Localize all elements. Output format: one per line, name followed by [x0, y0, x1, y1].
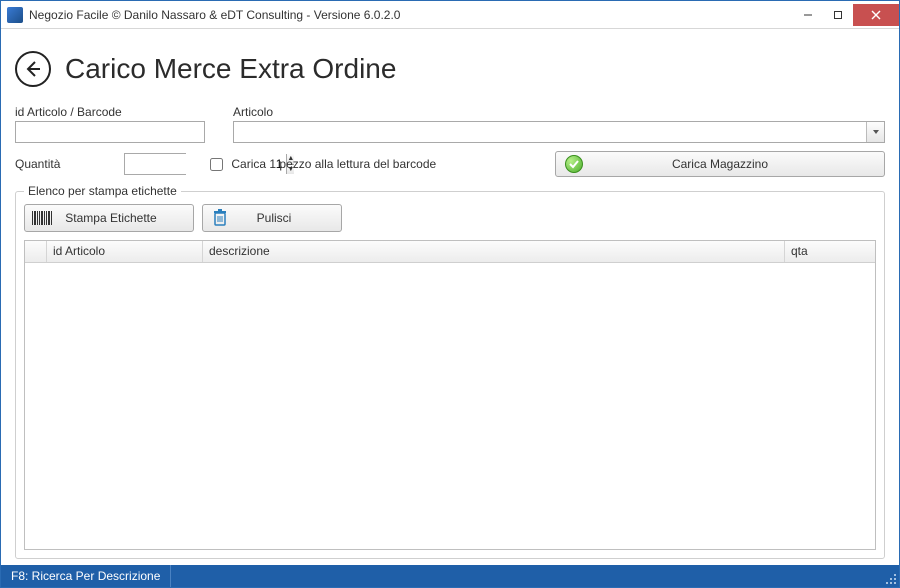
- carica-magazzino-button[interactable]: Carica Magazzino: [555, 151, 885, 177]
- articolo-dropdown-button[interactable]: [866, 122, 884, 142]
- quantity-wrap: Quantità ▲ ▼: [15, 153, 186, 175]
- statusbar: F8: Ricerca Per Descrizione: [1, 565, 899, 587]
- carica-magazzino-label: Carica Magazzino: [672, 157, 768, 171]
- barcode-icon: [25, 210, 59, 226]
- app-window: Negozio Facile © Danilo Nassaro & eDT Co…: [0, 0, 900, 588]
- grid-header: id Articolo descrizione qta: [25, 241, 875, 263]
- minimize-button[interactable]: [793, 4, 823, 26]
- id-barcode-field: id Articolo / Barcode: [15, 105, 205, 143]
- grid-row-selector-header[interactable]: [25, 241, 47, 262]
- back-button[interactable]: [15, 51, 51, 87]
- page-header: Carico Merce Extra Ordine: [15, 51, 885, 87]
- page-title: Carico Merce Extra Ordine: [65, 53, 396, 85]
- quantity-stepper[interactable]: ▲ ▼: [124, 153, 186, 175]
- articolo-field: Articolo: [233, 105, 885, 143]
- pulisci-button[interactable]: Pulisci: [202, 204, 342, 232]
- quantity-label: Quantità: [15, 157, 60, 171]
- groupbox-toolbar: Stampa Etichette Pulisci: [24, 204, 876, 232]
- checkmark-icon: [560, 155, 588, 173]
- client-area: Carico Merce Extra Ordine id Articolo / …: [1, 29, 899, 565]
- stampa-etichette-label: Stampa Etichette: [59, 211, 193, 225]
- id-barcode-label: id Articolo / Barcode: [15, 105, 205, 119]
- form-row-1: id Articolo / Barcode Articolo: [15, 105, 885, 143]
- window-controls: [793, 4, 899, 26]
- trash-icon: [203, 208, 237, 228]
- articolo-label: Articolo: [233, 105, 885, 119]
- pulisci-label: Pulisci: [237, 211, 341, 225]
- autoload-checkbox-label: Carica 1 pezzo alla lettura del barcode: [231, 157, 436, 171]
- maximize-button[interactable]: [823, 4, 853, 26]
- close-button[interactable]: [853, 4, 899, 26]
- status-f8: F8: Ricerca Per Descrizione: [1, 565, 171, 587]
- id-barcode-input[interactable]: [15, 121, 205, 143]
- titlebar: Negozio Facile © Danilo Nassaro & eDT Co…: [1, 1, 899, 29]
- resize-grip[interactable]: [881, 565, 899, 587]
- app-icon: [7, 7, 23, 23]
- form-row-2: Quantità ▲ ▼ Carica 1 pezzo alla lettura…: [15, 151, 885, 177]
- autoload-checkbox-wrap: Carica 1 pezzo alla lettura del barcode: [206, 155, 436, 174]
- stampa-etichette-button[interactable]: Stampa Etichette: [24, 204, 194, 232]
- articolo-value: [234, 122, 866, 142]
- grid-col-id[interactable]: id Articolo: [47, 241, 203, 262]
- window-title: Negozio Facile © Danilo Nassaro & eDT Co…: [29, 8, 793, 22]
- grid-col-qta[interactable]: qta: [785, 241, 875, 262]
- labels-grid[interactable]: id Articolo descrizione qta: [24, 240, 876, 550]
- labels-groupbox: Elenco per stampa etichette: [15, 191, 885, 559]
- autoload-checkbox[interactable]: [210, 158, 223, 171]
- grid-body: [25, 263, 875, 549]
- groupbox-legend: Elenco per stampa etichette: [24, 184, 181, 198]
- chevron-down-icon: [872, 128, 880, 136]
- grid-col-descrizione[interactable]: descrizione: [203, 241, 785, 262]
- articolo-combo[interactable]: [233, 121, 885, 143]
